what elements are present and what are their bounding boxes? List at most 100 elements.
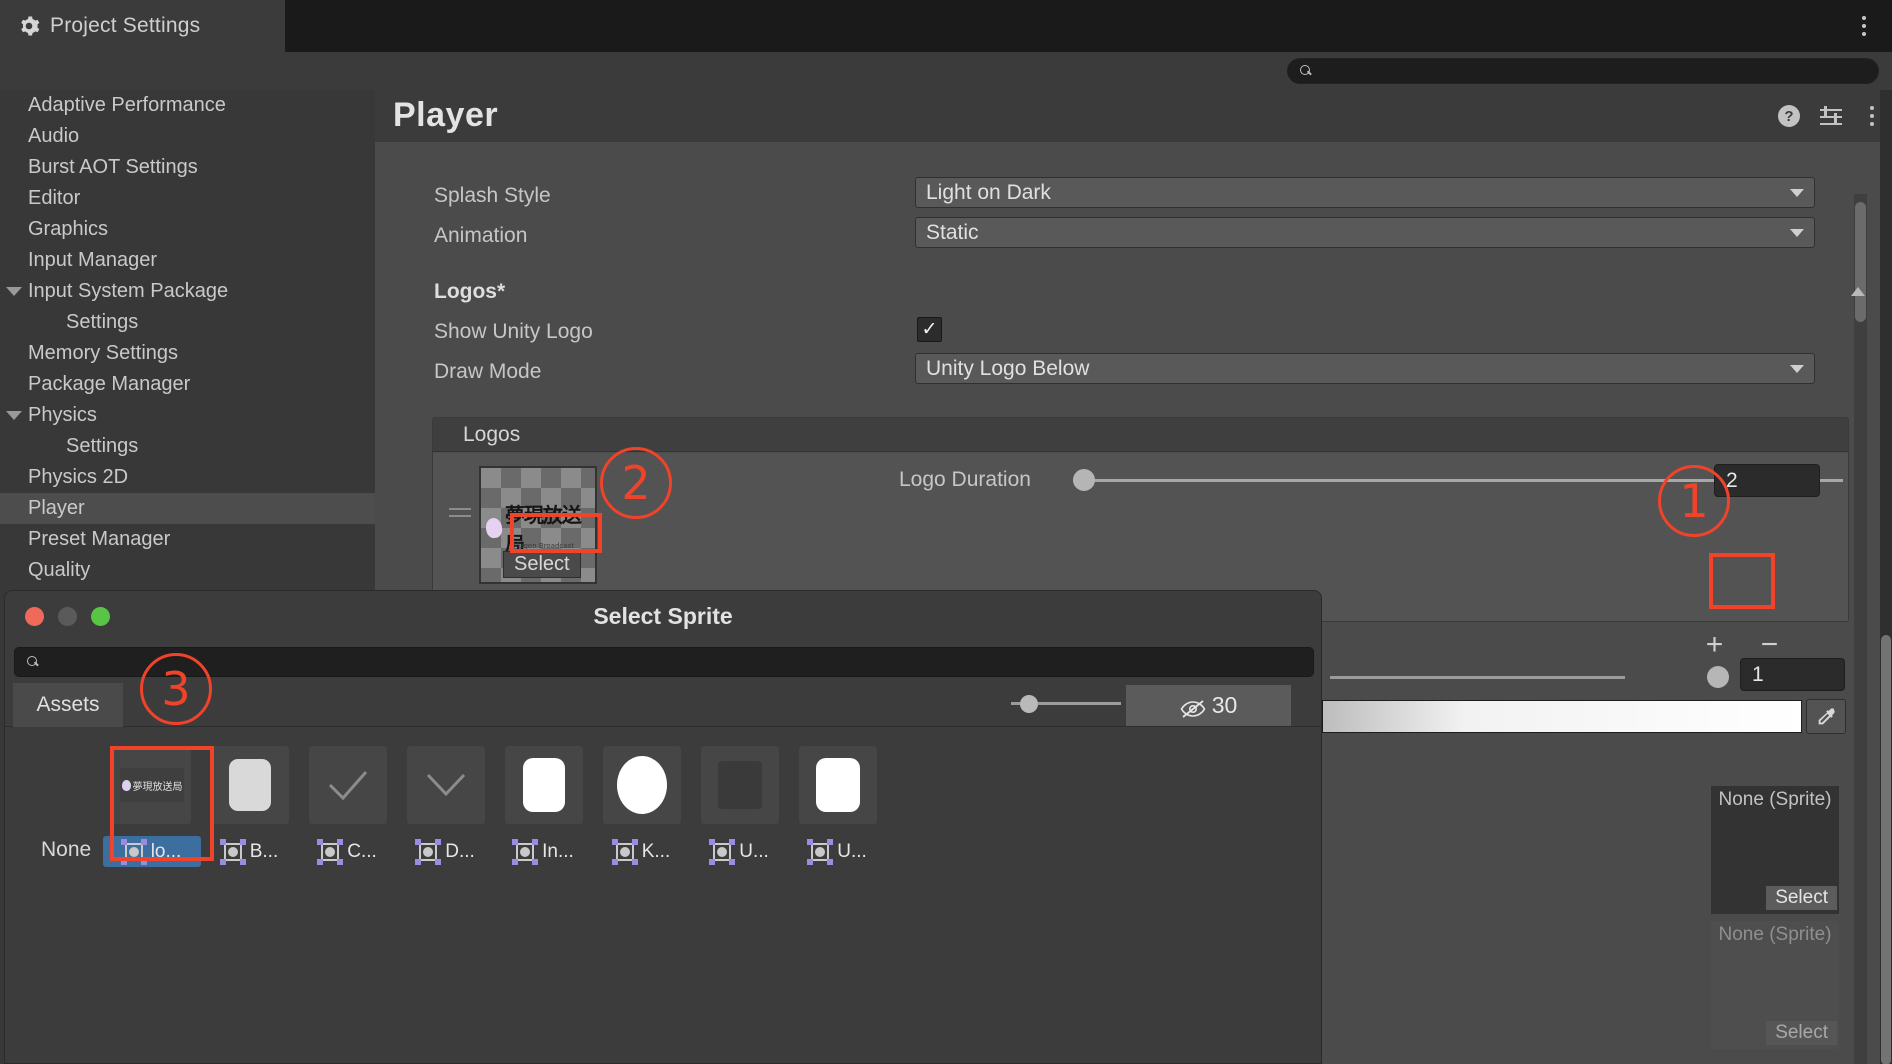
- animation-dropdown[interactable]: Static: [915, 217, 1815, 248]
- logo-duration-slider-knob[interactable]: [1073, 469, 1095, 491]
- sprite-grid: None 夢現放送局 lo... B... C... D... In... K.…: [5, 728, 1321, 1063]
- animation-label-wrap: Animation: [434, 224, 527, 248]
- sidebar-item-physics-settings[interactable]: Settings: [0, 431, 375, 462]
- logo-artwork: 夢現放送局: [484, 503, 594, 556]
- logo-select-button[interactable]: Select: [503, 551, 581, 578]
- sprite-preview: [309, 746, 387, 824]
- sprite-preview: 夢現放送局: [113, 746, 191, 824]
- color-gradient-bar[interactable]: [1322, 700, 1802, 733]
- add-logo-button[interactable]: +: [1687, 627, 1742, 663]
- logos-list-header: Logos: [433, 418, 1848, 452]
- sprite-grid-item-2[interactable]: C...: [299, 746, 397, 867]
- eyedropper-icon[interactable]: [1806, 699, 1846, 734]
- panel-scrollbar-thumb[interactable]: [1855, 202, 1866, 322]
- draw-mode-label: Draw Mode: [434, 360, 542, 383]
- sprite-grid-item-0[interactable]: 夢現放送局 lo...: [103, 746, 201, 867]
- sidebar-item-burst-aot-settings[interactable]: Burst AOT Settings: [0, 152, 375, 183]
- help-icon[interactable]: ?: [1778, 105, 1800, 127]
- preset-sliders-icon[interactable]: [1820, 106, 1842, 126]
- splash-style-value: Light on Dark: [926, 180, 1051, 204]
- secondary-slider-field[interactable]: 1: [1740, 658, 1845, 691]
- sidebar-item-label: Input Manager: [28, 249, 157, 271]
- search-row: [0, 52, 1892, 90]
- sidebar-item-physics-2d[interactable]: Physics 2D: [0, 462, 375, 493]
- minimize-button[interactable]: [58, 607, 77, 626]
- sidebar-item-label: Preset Manager: [28, 528, 171, 550]
- none-option[interactable]: None: [41, 838, 91, 862]
- sidebar-item-physics[interactable]: Physics: [0, 400, 375, 431]
- scroll-up-arrow-icon[interactable]: [1851, 287, 1865, 296]
- kebab-menu-icon[interactable]: [1852, 6, 1876, 46]
- sidebar-item-graphics[interactable]: Graphics: [0, 214, 375, 245]
- splash-style-label: Splash Style: [434, 184, 551, 207]
- sprite-grid-item-3[interactable]: D...: [397, 746, 495, 867]
- window-scrollbar-thumb[interactable]: [1881, 635, 1891, 1064]
- logo-thumbnail[interactable]: 夢現放送局 Mugen Broadcast Select: [479, 466, 597, 584]
- sprite-grid-item-7[interactable]: U...: [789, 746, 887, 867]
- sidebar-item-package-manager[interactable]: Package Manager: [0, 369, 375, 400]
- sidebar-item-label: Physics 2D: [28, 466, 129, 488]
- show-unity-logo-checkbox[interactable]: ✓: [917, 317, 942, 342]
- window-scrollbar[interactable]: [1880, 90, 1892, 1064]
- hidden-items-badge[interactable]: 30: [1126, 685, 1291, 726]
- sidebar-item-adaptive-performance[interactable]: Adaptive Performance: [0, 90, 375, 121]
- drag-handle-icon[interactable]: [449, 508, 471, 520]
- sidebar-item-label: Audio: [28, 125, 80, 147]
- checkmark-icon: ✓: [921, 319, 938, 340]
- sprite-item-label-wrap: lo...: [103, 836, 201, 867]
- dialog-search-input[interactable]: [46, 654, 1286, 670]
- logo-duration-value: 2: [1726, 468, 1738, 492]
- sidebar-item-audio[interactable]: Audio: [0, 121, 375, 152]
- sidebar-item-quality[interactable]: Quality: [0, 555, 375, 586]
- maximize-button[interactable]: [91, 607, 110, 626]
- sprite-slot-select-button[interactable]: Select: [1766, 886, 1837, 910]
- thumbnail-zoom-slider-knob[interactable]: [1020, 695, 1038, 713]
- animation-value: Static: [926, 220, 979, 244]
- sidebar-item-memory-settings[interactable]: Memory Settings: [0, 338, 375, 369]
- sprite-slot-label: None (Sprite): [1718, 789, 1832, 810]
- sprite-item-label-wrap: U...: [789, 836, 887, 867]
- sidebar-item-input-manager[interactable]: Input Manager: [0, 245, 375, 276]
- sprite-grid-item-6[interactable]: U...: [691, 746, 789, 867]
- sprite-item-label-wrap: D...: [397, 836, 495, 867]
- sidebar-item-input-system-package[interactable]: Input System Package: [0, 276, 375, 307]
- sprite-item-label-wrap: K...: [593, 836, 691, 867]
- sprite-slot-2[interactable]: None (Sprite) Select: [1711, 921, 1839, 1049]
- sidebar-item-input-system-settings[interactable]: Settings: [0, 307, 375, 338]
- search-box[interactable]: [1287, 58, 1879, 84]
- chevron-down-icon: [426, 773, 466, 797]
- search-input[interactable]: [1319, 63, 1859, 79]
- sprite-item-label: lo...: [150, 840, 182, 862]
- animation-label: Animation: [434, 224, 528, 247]
- chevron-down-icon[interactable]: [6, 411, 22, 420]
- panel-scrollbar[interactable]: [1854, 194, 1867, 1064]
- tab-project-settings[interactable]: Project Settings: [0, 0, 285, 52]
- sprite-grid-item-4[interactable]: In...: [495, 746, 593, 867]
- secondary-slider-track[interactable]: [1330, 676, 1625, 679]
- hidden-items-count: 30: [1211, 692, 1238, 718]
- sidebar-item-label: Burst AOT Settings: [28, 156, 198, 178]
- sprite-grid-item-5[interactable]: K...: [593, 746, 691, 867]
- tab-assets[interactable]: Assets: [13, 683, 123, 727]
- sprite-item-label: B...: [249, 840, 279, 862]
- logo-duration-field[interactable]: 2: [1714, 464, 1820, 497]
- sidebar-item-editor[interactable]: Editor: [0, 183, 375, 214]
- sprite-grid-item-1[interactable]: B...: [201, 746, 299, 867]
- sprite-icon: [807, 838, 834, 865]
- eye-off-icon: [1180, 697, 1206, 718]
- sidebar-item-preset-manager[interactable]: Preset Manager: [0, 524, 375, 555]
- sprite-slot-select-button[interactable]: Select: [1766, 1021, 1837, 1045]
- kebab-menu-icon[interactable]: [1862, 104, 1882, 128]
- secondary-slider-knob[interactable]: [1707, 666, 1729, 688]
- sidebar-item-label: Memory Settings: [28, 342, 179, 364]
- sidebar-item-player[interactable]: Player: [0, 493, 375, 524]
- dialog-tab-row: Assets 30: [5, 683, 1321, 727]
- sprite-slot-1[interactable]: None (Sprite) Select: [1711, 786, 1839, 914]
- draw-mode-dropdown[interactable]: Unity Logo Below: [915, 353, 1815, 384]
- dialog-search-box[interactable]: [14, 647, 1314, 677]
- sprite-item-label: C...: [347, 840, 377, 862]
- show-unity-logo-label-wrap: Show Unity Logo: [434, 320, 593, 344]
- splash-style-dropdown[interactable]: Light on Dark: [915, 177, 1815, 208]
- chevron-down-icon[interactable]: [6, 287, 22, 296]
- close-button[interactable]: [25, 607, 44, 626]
